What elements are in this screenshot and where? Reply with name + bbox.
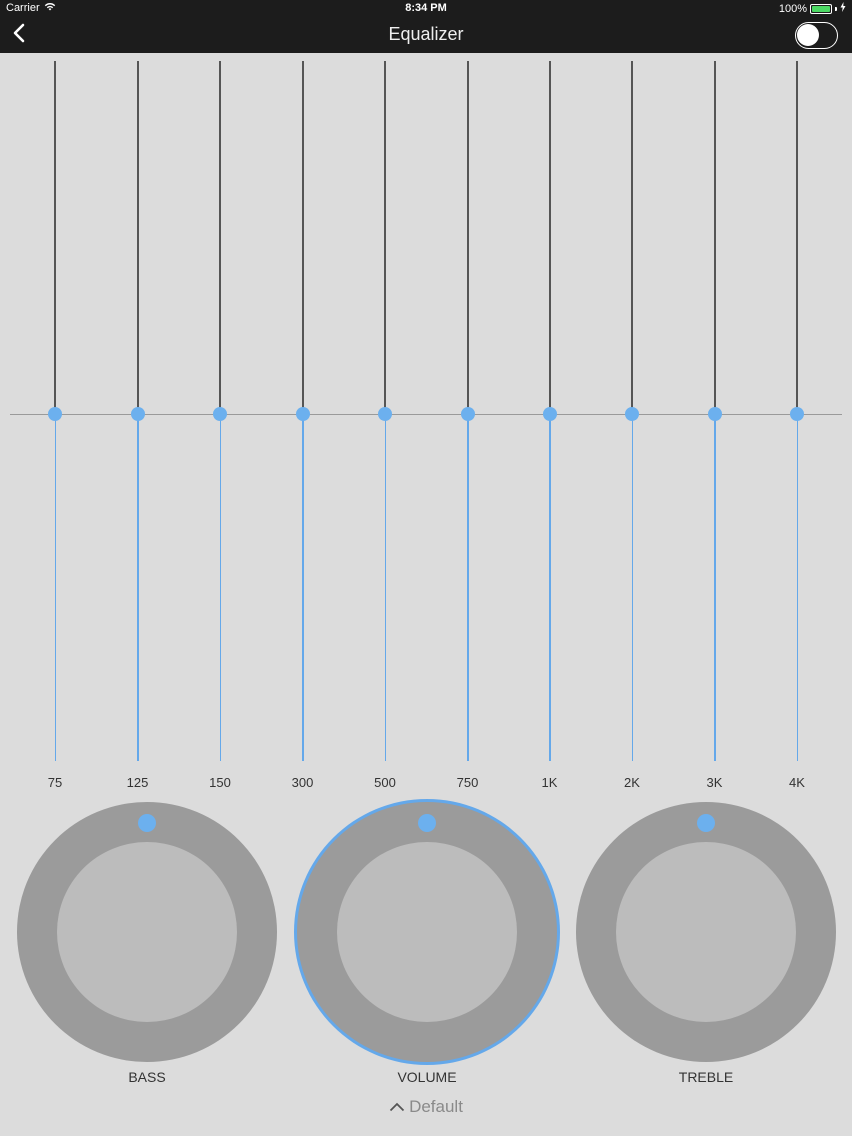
- eq-band-level[interactable]: [549, 414, 551, 761]
- knob-indicator: [418, 814, 436, 832]
- eq-band: 125: [118, 61, 158, 790]
- eq-band-track[interactable]: [301, 61, 304, 414]
- eq-band: 2K: [612, 61, 652, 790]
- knob-center: [616, 842, 796, 1022]
- equalizer-toggle[interactable]: [795, 22, 838, 49]
- eq-band-level[interactable]: [714, 414, 716, 761]
- eq-band-label: 125: [126, 775, 149, 790]
- eq-band-track[interactable]: [136, 61, 139, 414]
- eq-band: 500: [365, 61, 405, 790]
- eq-band-level[interactable]: [137, 414, 139, 761]
- eq-band-track[interactable]: [466, 61, 469, 414]
- eq-band-label: 300: [291, 775, 314, 790]
- eq-band: 150: [200, 61, 240, 790]
- eq-band-thumb[interactable]: [790, 407, 804, 421]
- eq-band-label: 150: [209, 775, 231, 790]
- eq-band-thumb[interactable]: [213, 407, 227, 421]
- eq-band-thumb[interactable]: [460, 407, 475, 421]
- eq-band-label: 4K: [789, 775, 805, 790]
- eq-band-thumb[interactable]: [295, 407, 310, 421]
- eq-band: 1K: [530, 61, 570, 790]
- bass-label: BASS: [128, 1069, 166, 1085]
- eq-band-thumb[interactable]: [707, 407, 722, 421]
- eq-band-level[interactable]: [467, 414, 469, 761]
- eq-band-track[interactable]: [796, 61, 798, 414]
- volume-knob[interactable]: [297, 802, 557, 1062]
- eq-band-label: 1K: [541, 775, 558, 790]
- eq-band: 4K: [777, 61, 817, 790]
- page-title: Equalizer: [388, 24, 464, 44]
- eq-band-level[interactable]: [384, 414, 386, 761]
- eq-band-track[interactable]: [54, 61, 56, 414]
- volume-label: VOLUME: [397, 1069, 457, 1085]
- eq-band-track[interactable]: [219, 61, 221, 414]
- eq-band-level[interactable]: [796, 414, 798, 761]
- eq-band-level[interactable]: [302, 414, 304, 761]
- status-bar: Carrier 8:34 PM 100%: [0, 0, 852, 18]
- eq-band-thumb[interactable]: [542, 407, 557, 421]
- eq-band-level[interactable]: [219, 414, 221, 761]
- knob-center: [57, 842, 237, 1022]
- eq-band: 300: [283, 61, 323, 790]
- default-preset-label: Default: [409, 1097, 463, 1116]
- default-preset-button[interactable]: Default: [389, 1097, 463, 1117]
- chevron-up-icon: [389, 1097, 405, 1117]
- knob-indicator: [697, 814, 715, 832]
- knob-center: [337, 842, 517, 1022]
- toggle-knob: [797, 24, 819, 46]
- eq-band-track[interactable]: [631, 61, 633, 414]
- eq-band-label: 75: [47, 775, 63, 790]
- eq-band: 750: [448, 61, 488, 790]
- eq-band-label: 750: [456, 775, 479, 790]
- eq-band-label: 500: [374, 775, 396, 790]
- eq-band: 3K: [695, 61, 735, 790]
- eq-band: 75: [35, 61, 75, 790]
- battery-percent: 100%: [778, 2, 807, 15]
- charging-icon: [840, 2, 846, 15]
- bass-knob[interactable]: [17, 802, 277, 1062]
- treble-knob[interactable]: [576, 802, 836, 1062]
- status-time: 8:34 PM: [405, 2, 447, 14]
- eq-band-level[interactable]: [54, 414, 56, 761]
- battery-icon: [810, 3, 832, 14]
- eq-band-thumb[interactable]: [130, 407, 145, 421]
- eq-band-track[interactable]: [713, 61, 716, 414]
- treble-label: TREBLE: [678, 1069, 734, 1085]
- eq-band-thumb[interactable]: [625, 407, 639, 421]
- eq-band-thumb[interactable]: [378, 407, 392, 421]
- battery-tip: [835, 6, 837, 11]
- eq-band-label: 2K: [624, 775, 640, 790]
- eq-band-track[interactable]: [384, 61, 386, 414]
- chevron-left-icon: [12, 23, 26, 48]
- eq-band-thumb[interactable]: [48, 407, 62, 421]
- eq-band-level[interactable]: [631, 414, 633, 761]
- nav-bar: Equalizer: [0, 18, 852, 53]
- eq-band-track[interactable]: [548, 61, 551, 414]
- eq-band-label: 3K: [706, 775, 723, 790]
- equalizer-bands: 75 125 150 300 500 750 1K 2K 3K 4K: [0, 53, 852, 803]
- back-button[interactable]: [4, 20, 34, 50]
- knob-indicator: [138, 814, 156, 832]
